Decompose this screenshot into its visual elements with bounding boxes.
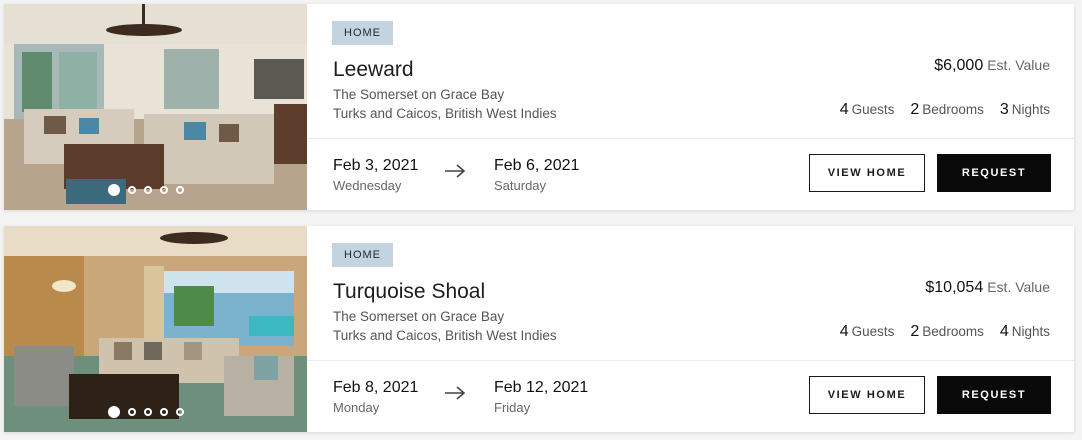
arrow-right-icon: [445, 164, 466, 178]
checkout-weekday: Friday: [494, 400, 531, 415]
listing-photo[interactable]: [4, 4, 307, 210]
price-suffix: Est. Value: [987, 57, 1050, 73]
listing-title: Leeward: [333, 58, 414, 81]
listing-stats: 4 Guests 2 Bedrooms 4 Nights: [840, 323, 1050, 341]
arrow-right-icon: [445, 386, 466, 400]
listing-location-line2: Turks and Caicos, British West Indies: [333, 328, 557, 343]
listing-location-line2: Turks and Caicos, British West Indies: [333, 106, 557, 121]
nights-stat: 4 Nights: [999, 323, 1050, 340]
checkout-date: Feb 12, 2021 Friday: [494, 379, 588, 415]
listing-card: HOME Leeward The Somerset on Grace Bay T…: [4, 4, 1074, 210]
guests-stat: 4 Guests: [839, 323, 895, 340]
carousel-dot[interactable]: [176, 408, 184, 416]
checkout-date-value: Feb 6, 2021: [494, 157, 580, 174]
carousel-dot[interactable]: [128, 408, 136, 416]
checkout-date: Feb 6, 2021 Saturday: [494, 157, 579, 193]
bedrooms-stat: 2 Bedrooms: [910, 101, 984, 118]
carousel-dot[interactable]: [108, 406, 120, 418]
checkout-weekday: Saturday: [494, 178, 547, 193]
carousel-dot[interactable]: [160, 186, 168, 194]
request-button[interactable]: REQUEST: [937, 376, 1051, 414]
checkin-date-value: Feb 8, 2021: [333, 379, 419, 396]
photo-carousel-dots: [108, 184, 184, 196]
checkin-date: Feb 3, 2021 Wednesday: [333, 157, 418, 193]
request-button[interactable]: REQUEST: [937, 154, 1051, 192]
checkout-date-value: Feb 12, 2021: [494, 379, 589, 396]
price-amount: $10,054: [925, 279, 984, 296]
carousel-dot[interactable]: [144, 186, 152, 194]
checkin-date-value: Feb 3, 2021: [333, 157, 419, 174]
card-divider: [307, 360, 1074, 361]
listing-photo[interactable]: [4, 226, 307, 432]
listing-stats: 4 Guests 2 Bedrooms 3 Nights: [840, 101, 1050, 119]
estimated-value: $10,054 Est. Value: [925, 279, 1050, 297]
nights-stat: 3 Nights: [999, 101, 1050, 118]
guests-stat: 4 Guests: [839, 101, 895, 118]
bedrooms-stat: 2 Bedrooms: [910, 323, 984, 340]
checkin-weekday: Wednesday: [333, 178, 402, 193]
checkin-date: Feb 8, 2021 Monday: [333, 379, 418, 415]
listing-location-line1: The Somerset on Grace Bay: [333, 309, 505, 324]
view-home-button[interactable]: VIEW HOME: [809, 154, 925, 192]
price-suffix: Est. Value: [987, 279, 1050, 295]
card-divider: [307, 138, 1074, 139]
carousel-dot[interactable]: [144, 408, 152, 416]
listing-type-badge: HOME: [332, 243, 393, 267]
photo-carousel-dots: [108, 406, 184, 418]
estimated-value: $6,000 Est. Value: [934, 57, 1050, 75]
view-home-button[interactable]: VIEW HOME: [809, 376, 925, 414]
carousel-dot[interactable]: [128, 186, 136, 194]
checkin-weekday: Monday: [333, 400, 380, 415]
carousel-dot[interactable]: [160, 408, 168, 416]
listing-type-badge: HOME: [332, 21, 393, 45]
carousel-dot[interactable]: [176, 186, 184, 194]
listing-location-line1: The Somerset on Grace Bay: [333, 87, 505, 102]
listing-title: Turquoise Shoal: [333, 280, 486, 303]
carousel-dot[interactable]: [108, 184, 120, 196]
listing-card: HOME Turquoise Shoal The Somerset on Gra…: [4, 226, 1074, 432]
price-amount: $6,000: [934, 57, 984, 74]
